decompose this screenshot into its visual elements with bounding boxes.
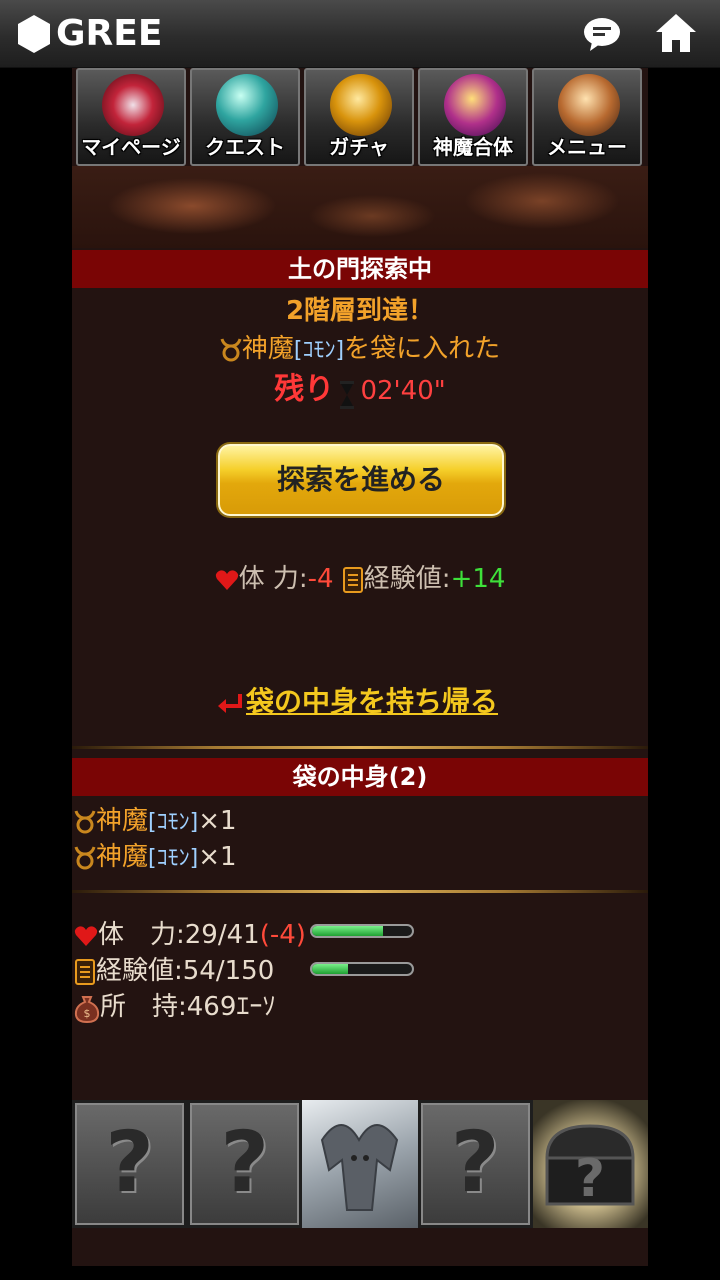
exp-label: 経験値: bbox=[96, 956, 183, 986]
gree-logo[interactable]: GREE bbox=[16, 14, 162, 54]
nav-menu[interactable]: メニュー bbox=[532, 68, 642, 166]
bag-item-name: 神魔 bbox=[96, 806, 149, 836]
question-mark-icon: ? bbox=[450, 1113, 500, 1211]
money-bag-icon: $ bbox=[74, 995, 100, 1023]
nav-label: メニュー bbox=[547, 135, 627, 159]
stamina-delta-value: -4 bbox=[307, 564, 334, 594]
bag-item: 神魔[ｺﾓﾝ]×1 bbox=[74, 800, 237, 837]
exp-scroll-icon bbox=[75, 958, 95, 985]
exp-delta-value: +14 bbox=[450, 564, 506, 594]
gargoyle-card-thumb[interactable] bbox=[302, 1100, 418, 1228]
gacha-orb-icon bbox=[330, 74, 392, 136]
return-bag-link[interactable]: 袋の中身を持ち帰る bbox=[216, 680, 498, 720]
heart-icon bbox=[215, 569, 238, 590]
hourglass-icon bbox=[340, 380, 355, 409]
return-arrow-icon bbox=[218, 694, 242, 713]
remaining-time: 02'40" bbox=[360, 376, 446, 406]
main-nav: マイページ クエスト ガチャ 神魔合体 メニュー bbox=[76, 68, 644, 166]
item-obtained-line: 神魔[ｺﾓﾝ]を袋に入れた bbox=[72, 328, 648, 365]
stamina-change: (-4) bbox=[259, 920, 306, 950]
question-mark-icon: ? bbox=[105, 1113, 154, 1211]
bag-item-name: 神魔 bbox=[96, 842, 149, 872]
unknown-card-thumb[interactable]: ? bbox=[417, 1100, 533, 1228]
question-mark-icon: ? bbox=[220, 1113, 270, 1211]
exp-value: 54/150 bbox=[182, 956, 275, 986]
section-divider bbox=[72, 890, 648, 893]
exp-delta-label: 経験値: bbox=[363, 564, 451, 594]
stamina-label: 体 力: bbox=[98, 920, 185, 950]
taurus-icon bbox=[74, 846, 96, 869]
nav-mypage[interactable]: マイページ bbox=[76, 68, 186, 166]
dungeon-banner-art bbox=[72, 166, 648, 248]
taurus-icon bbox=[220, 338, 242, 361]
home-icon[interactable] bbox=[654, 12, 698, 54]
unknown-card-thumb[interactable]: ? bbox=[187, 1100, 303, 1228]
exp-gauge bbox=[310, 962, 414, 976]
unknown-card-thumb[interactable]: ? bbox=[72, 1100, 188, 1228]
floor-reached-text: 2階層到達！ bbox=[285, 296, 435, 326]
remaining-label: 残り bbox=[274, 372, 335, 407]
money-stat: $ 所 持:469ｴｰｿ bbox=[74, 986, 275, 1023]
svg-text:$: $ bbox=[84, 1007, 91, 1020]
svg-text:?: ? bbox=[575, 1149, 605, 1209]
exp-scroll-icon bbox=[342, 566, 363, 593]
bag-item-rarity: [ｺﾓﾝ] bbox=[148, 846, 199, 871]
bag-item: 神魔[ｺﾓﾝ]×1 bbox=[74, 836, 237, 873]
nav-label: 神魔合体 bbox=[433, 135, 513, 159]
exp-stat: 経験値:54/150 bbox=[74, 950, 274, 987]
taurus-icon bbox=[74, 810, 96, 833]
recent-cards-strip: ? ? ? ? bbox=[72, 1100, 648, 1228]
explore-header: 土の門探索中 bbox=[72, 250, 648, 288]
return-link-label: 袋の中身を持ち帰る bbox=[246, 685, 499, 718]
nav-fusion[interactable]: 神魔合体 bbox=[418, 68, 528, 166]
mypage-crest-icon bbox=[102, 74, 164, 136]
gargoyle-icon bbox=[321, 1124, 399, 1211]
result-delta-line: 体 力:-4 経験値:+14 bbox=[72, 558, 648, 595]
treasure-chest-thumb[interactable]: ? bbox=[532, 1100, 648, 1228]
stamina-value: 29/41 bbox=[184, 920, 260, 950]
item-obtained-suffix: を袋に入れた bbox=[344, 334, 501, 364]
quest-potion-icon bbox=[216, 74, 278, 136]
nav-quest[interactable]: クエスト bbox=[190, 68, 300, 166]
bag-item-count: ×1 bbox=[198, 842, 237, 872]
chat-bubble-icon[interactable] bbox=[582, 16, 622, 52]
stamina-gauge bbox=[310, 924, 414, 938]
menu-cards-icon bbox=[558, 74, 620, 136]
remaining-time-line: 残り 02'40" bbox=[72, 364, 648, 410]
nav-label: クエスト bbox=[205, 135, 285, 159]
exp-gauge-fill bbox=[312, 964, 348, 974]
money-value: 469ｴｰｿ bbox=[186, 992, 276, 1022]
gree-brand-text: GREE bbox=[56, 13, 163, 54]
bag-item-count: ×1 bbox=[198, 806, 237, 836]
nav-label: マイページ bbox=[81, 135, 181, 159]
bag-header: 袋の中身(2) bbox=[72, 758, 648, 796]
section-divider bbox=[72, 746, 648, 749]
stamina-stat: 体 力:29/41(-4) bbox=[74, 914, 306, 951]
stamina-gauge-fill bbox=[312, 926, 383, 936]
item-rarity: [ｺﾓﾝ] bbox=[293, 338, 345, 363]
stamina-delta-label: 体 力: bbox=[238, 564, 308, 594]
item-name: 神魔 bbox=[241, 334, 294, 364]
gree-header-bar: GREE bbox=[0, 0, 720, 68]
nav-label: ガチャ bbox=[329, 135, 389, 159]
nav-gacha[interactable]: ガチャ bbox=[304, 68, 414, 166]
treasure-chest-icon: ? bbox=[545, 1124, 635, 1209]
gree-hexagon-icon bbox=[18, 15, 50, 53]
money-label: 所 持: bbox=[100, 992, 187, 1022]
fusion-orb-icon bbox=[444, 74, 506, 136]
heart-icon bbox=[74, 925, 98, 946]
bag-item-rarity: [ｺﾓﾝ] bbox=[148, 810, 199, 835]
game-panel: マイページ クエスト ガチャ 神魔合体 メニュー 土の門探索中 2階層到達！ 神… bbox=[72, 68, 648, 1266]
advance-explore-button[interactable]: 探索を進める bbox=[218, 444, 504, 516]
